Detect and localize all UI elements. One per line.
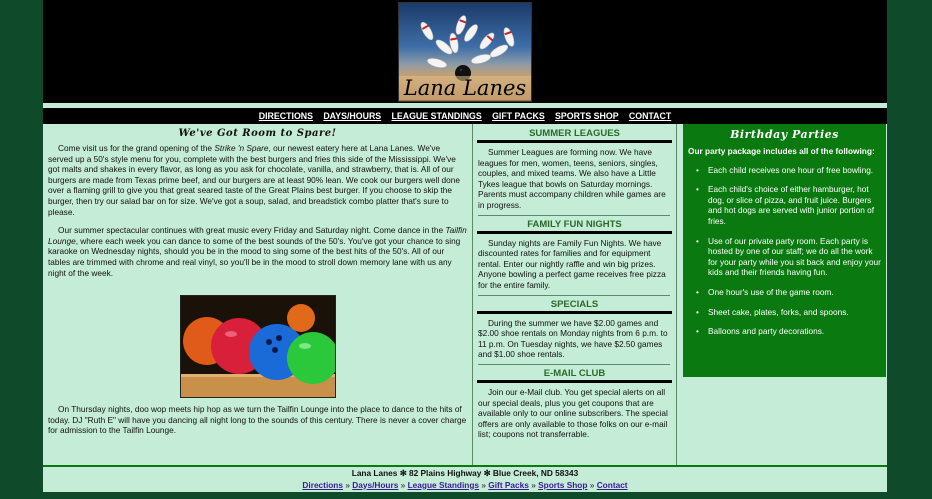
birthday-intro: Our party package includes all of the fo… xyxy=(688,146,875,156)
eatery-name: Strike 'n Spare xyxy=(214,143,269,153)
main-heading: We've Got Room to Spare! xyxy=(178,128,337,139)
eatery-text-b: , our newest eatery here at Lana Lanes. … xyxy=(48,143,460,217)
list-item: Use of our private party room. Each part… xyxy=(695,236,881,278)
lounge-paragraph: Our summer spectacular continues with gr… xyxy=(48,225,467,278)
birthday-heading: Birthday Parties xyxy=(730,128,839,141)
footer-separator: » xyxy=(589,479,597,490)
section-body-specials: During the summer we have $2.00 games an… xyxy=(478,318,670,365)
section-body-email-club: Join our e-Mail club. You get special al… xyxy=(478,386,668,440)
list-item: Each child's choice of either hamburger,… xyxy=(695,184,881,226)
birthday-panel: Birthday Parties Our party package inclu… xyxy=(683,124,886,377)
list-item: Sheet cake, plates, forks, and spoons. xyxy=(695,307,881,318)
main-column: We've Got Room to Spare! Come visit us f… xyxy=(43,124,473,465)
nav-gift-packs[interactable]: GIFT PACKS xyxy=(492,111,545,121)
top-nav: DIRECTIONS DAYS/HOURS LEAGUE STANDINGS G… xyxy=(43,108,887,124)
footer-link-directions[interactable]: Directions xyxy=(302,480,343,490)
footer-link-contact[interactable]: Contact xyxy=(597,480,628,490)
bowling-balls-photo xyxy=(180,295,336,398)
footer-separator: » xyxy=(400,479,408,490)
section-body-summer-leagues: Summer Leagues are forming now. We have … xyxy=(478,147,670,216)
lounge-text-b: , where each week you can dance to some … xyxy=(48,235,461,278)
section-title-summer-leagues: SUMMER LEAGUES xyxy=(477,128,672,143)
section-body-family-fun: Sunday nights are Family Fun Nights. We … xyxy=(478,238,670,296)
list-item: Each child receives one hour of free bow… xyxy=(695,165,881,176)
logo-text: Lana Lanes xyxy=(399,76,531,100)
bowling-balls-image xyxy=(181,296,335,397)
nav-contact[interactable]: CONTACT xyxy=(629,111,671,121)
thursday-paragraph: On Thursday nights, doo wop meets hip ho… xyxy=(48,404,467,436)
list-item: One hour's use of the game room. xyxy=(695,287,881,298)
footer-link-sports-shop[interactable]: Sports Shop xyxy=(538,480,587,490)
section-title-email-club: E-MAIL CLUB xyxy=(477,368,672,383)
footer-address: Lana Lanes ✻ 82 Plains Highway ✻ Blue Cr… xyxy=(351,468,579,478)
page-container: Lana Lanes DIRECTIONS DAYS/HOURS LEAGUE … xyxy=(43,0,887,492)
nav-days-hours[interactable]: DAYS/HOURS xyxy=(323,111,381,121)
list-item: Balloons and party decorations. xyxy=(695,326,881,337)
footer-links: Directions » Days/Hours » League Standin… xyxy=(43,480,887,492)
footer-link-gift-packs[interactable]: Gift Packs xyxy=(488,480,529,490)
footer: Lana Lanes ✻ 82 Plains Highway ✻ Blue Cr… xyxy=(43,465,887,492)
lana-lanes-logo[interactable]: Lana Lanes xyxy=(398,2,532,102)
lounge-text-a: Our summer spectacular continues with gr… xyxy=(58,225,446,236)
nav-league-standings[interactable]: LEAGUE STANDINGS xyxy=(392,111,482,121)
middle-column: SUMMER LEAGUES Summer Leagues are formin… xyxy=(473,124,677,465)
footer-link-days-hours[interactable]: Days/Hours xyxy=(352,480,398,490)
section-title-specials: SPECIALS xyxy=(477,299,672,314)
eatery-paragraph: Come visit us for the grand opening of t… xyxy=(48,143,467,217)
footer-link-league-standings[interactable]: League Standings xyxy=(408,480,479,490)
section-title-family-fun: FAMILY FUN NIGHTS xyxy=(477,219,672,234)
header: Lana Lanes xyxy=(43,0,887,103)
birthday-list: Each child receives one hour of free bow… xyxy=(695,165,881,337)
nav-directions[interactable]: DIRECTIONS xyxy=(259,111,313,121)
eatery-text-a: Come visit us for the grand opening of t… xyxy=(58,143,215,153)
nav-sports-shop[interactable]: SPORTS SHOP xyxy=(555,111,619,121)
